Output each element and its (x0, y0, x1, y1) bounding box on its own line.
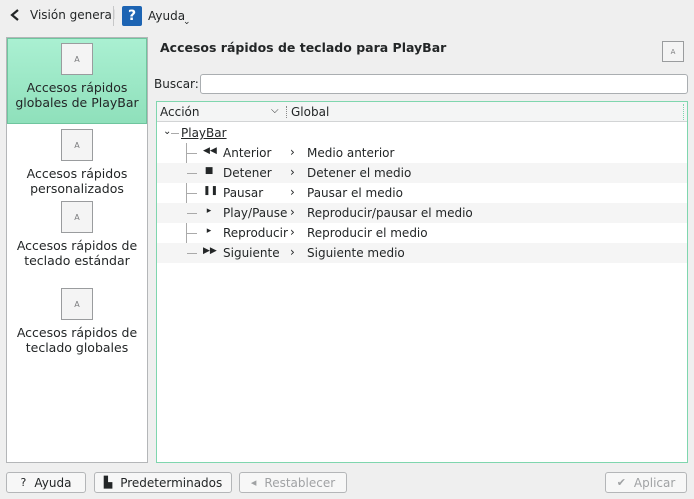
play-icon: ▸ (206, 226, 212, 236)
help-menu-button[interactable]: ? Ayuda ⌄ (122, 4, 191, 28)
help-label: Ayuda (148, 9, 186, 23)
shortcuts-icon: A (61, 43, 93, 75)
toolbar-divider (113, 6, 114, 26)
search-label: Buscar: (154, 77, 199, 91)
apply-button-label: Aplicar (633, 475, 676, 490)
chevron-down-icon: ⌄ (183, 17, 191, 27)
sidebar-item-standard[interactable]: A Accesos rápidos de teclado estándar (7, 201, 147, 281)
page-title: Accesos rápidos de teclado para PlayBar (160, 40, 447, 55)
document-icon: ▙ (103, 476, 113, 489)
table-row[interactable]: ▸ Reproducir › Reproducir el medio (157, 223, 687, 243)
back-label: Visión general (30, 8, 116, 22)
skip-back-icon: ◀◀ (203, 146, 217, 156)
column-divider[interactable] (286, 106, 287, 118)
question-icon: ? (20, 476, 27, 489)
reset-button[interactable]: ◂ Restablecer (239, 472, 347, 493)
chevron-right-icon[interactable]: › (290, 225, 295, 239)
tree-branch-line (187, 213, 197, 214)
shortcuts-icon: A (61, 288, 93, 320)
search-input[interactable] (200, 74, 688, 94)
tree-branch-line (171, 133, 179, 134)
table-row[interactable]: ◀◀ Anterior › Medio anterior (157, 143, 687, 163)
sidebar-item-label: Accesos rápidos de teclado globales (16, 325, 138, 355)
chevron-right-icon[interactable]: › (290, 185, 295, 199)
chevron-right-icon[interactable]: › (290, 245, 295, 259)
tree-branch-line (187, 153, 197, 154)
pause-icon: ❚❚ (203, 186, 219, 196)
action-name: Anterior (223, 146, 272, 160)
reset-button-label: Restablecer (264, 475, 336, 490)
defaults-button-label: Predeterminados (120, 475, 223, 490)
tree-branch-line (187, 193, 197, 194)
shortcuts-tree: Acción ⌵ Global ⌄ PlayBar ◀◀ Anterior › … (156, 101, 688, 463)
column-header-accion[interactable]: Acción (160, 105, 199, 119)
back-button[interactable]: Visión general (4, 4, 119, 26)
global-shortcut: Reproducir el medio (307, 226, 428, 240)
action-name: Reproducir (223, 226, 288, 240)
undo-arrow-icon: ◂ (250, 476, 257, 489)
table-row[interactable]: ▸ Play/Pause › Reproducir/pausar el medi… (157, 203, 687, 223)
table-row[interactable]: ❚❚ Pausar › Pausar el medio (157, 183, 687, 203)
sidebar-item-playbar-global[interactable]: A Accesos rápidos globales de PlayBar (7, 38, 147, 124)
help-button-label: Ayuda (34, 475, 72, 490)
play-icon: ▸ (206, 206, 212, 216)
tree-branch-line (187, 233, 197, 234)
table-row[interactable]: ■ Detener › Detener el medio (157, 163, 687, 183)
skip-forward-icon: ▶▶ (203, 246, 217, 256)
global-shortcut: Detener el medio (307, 166, 412, 180)
chevron-right-icon[interactable]: › (290, 165, 295, 179)
back-arrow-icon (8, 8, 22, 22)
shortcuts-icon: A (61, 129, 93, 161)
tree-root-row[interactable]: ⌄ PlayBar (157, 123, 687, 143)
sidebar-item-custom[interactable]: A Accesos rápidos personalizados (7, 129, 147, 196)
stop-icon: ■ (204, 166, 214, 176)
chevron-right-icon[interactable]: › (290, 145, 295, 159)
apply-button[interactable]: ✔ Aplicar (605, 472, 687, 493)
global-shortcut: Pausar el medio (307, 186, 403, 200)
column-header-global[interactable]: Global (291, 105, 329, 119)
column-resize-handle[interactable] (683, 104, 685, 120)
action-name: Play/Pause (223, 206, 288, 220)
action-name: Siguiente (223, 246, 280, 260)
global-shortcut: Medio anterior (307, 146, 395, 160)
action-name: Detener (223, 166, 272, 180)
help-icon: ? (122, 6, 142, 26)
top-toolbar: Visión general ? Ayuda ⌄ (0, 0, 694, 32)
action-name: Pausar (223, 186, 264, 200)
tree-header: Acción ⌵ Global (157, 102, 687, 122)
sidebar-item-label: Accesos rápidos globales de PlayBar (15, 80, 139, 110)
module-icon: A (662, 41, 684, 62)
global-shortcut: Siguiente medio (307, 246, 405, 260)
sidebar-item-global[interactable]: A Accesos rápidos de teclado globales (7, 288, 147, 368)
chevron-right-icon[interactable]: › (290, 205, 295, 219)
tree-branch-line (187, 253, 197, 254)
table-row[interactable]: ▶▶ Siguiente › Siguiente medio (157, 243, 687, 263)
sidebar-item-label: Accesos rápidos de teclado estándar (16, 238, 138, 268)
tree-root-label: PlayBar (181, 126, 227, 140)
shortcuts-icon: A (61, 201, 93, 233)
help-button[interactable]: ? Ayuda (6, 472, 86, 493)
global-shortcut: Reproducir/pausar el medio (307, 206, 473, 220)
defaults-button[interactable]: ▙ Predeterminados (94, 472, 232, 493)
sidebar-item-label: Accesos rápidos personalizados (26, 166, 128, 196)
collapse-chevron-icon[interactable]: ⌄ (163, 126, 171, 137)
category-sidebar: A Accesos rápidos globales de PlayBar A … (6, 37, 148, 463)
checkmark-icon: ✔ (616, 476, 626, 489)
tree-branch-line (187, 173, 197, 174)
sort-chevron-icon[interactable]: ⌵ (271, 105, 279, 116)
